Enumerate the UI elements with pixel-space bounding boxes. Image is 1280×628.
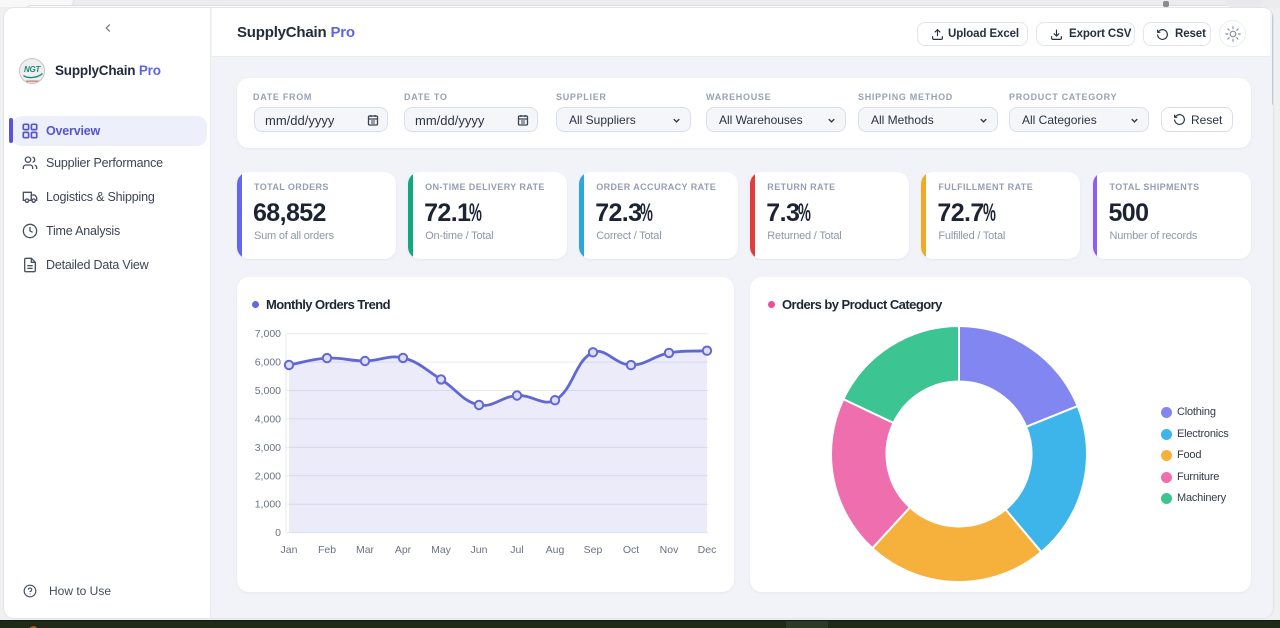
svg-text:3,000: 3,000: [255, 442, 281, 454]
svg-text:2,000: 2,000: [255, 470, 281, 482]
svg-text:Apr: Apr: [395, 544, 412, 556]
svg-text:Jul: Jul: [510, 544, 523, 556]
svg-text:Nov: Nov: [660, 544, 679, 556]
svg-text:May: May: [431, 544, 452, 556]
svg-text:Aug: Aug: [546, 544, 565, 556]
svg-text:1,000: 1,000: [255, 499, 281, 511]
svg-text:0: 0: [275, 527, 281, 539]
svg-text:7,000: 7,000: [255, 328, 281, 340]
svg-text:4,000: 4,000: [255, 413, 281, 425]
svg-text:Feb: Feb: [318, 544, 336, 556]
svg-text:Jan: Jan: [281, 544, 298, 556]
svg-text:Jun: Jun: [471, 544, 488, 556]
svg-text:5,000: 5,000: [255, 385, 281, 397]
svg-text:6,000: 6,000: [255, 357, 281, 369]
svg-text:Oct: Oct: [623, 544, 639, 556]
svg-text:Dec: Dec: [698, 544, 717, 556]
svg-text:Sep: Sep: [584, 544, 603, 556]
svg-text:Mar: Mar: [356, 544, 375, 556]
